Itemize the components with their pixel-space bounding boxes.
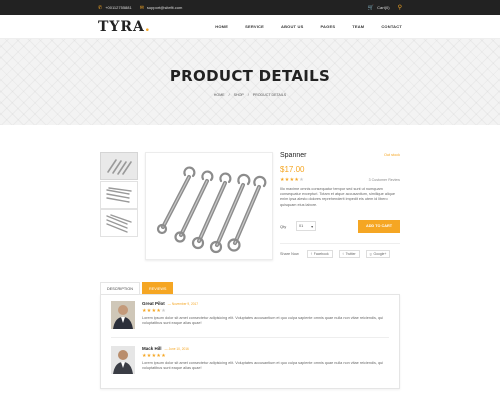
review-date: — November 9, 2017 bbox=[167, 301, 199, 306]
share-facebook-label: Facebook bbox=[313, 251, 329, 256]
divider bbox=[111, 337, 389, 338]
share-twitter-button[interactable]: t Twitter bbox=[338, 249, 360, 258]
share-facebook-button[interactable]: f Facebook bbox=[306, 249, 333, 258]
nav-service[interactable]: SERVICE bbox=[245, 24, 264, 29]
breadcrumb-separator: / bbox=[228, 93, 230, 97]
product-thumbnail[interactable] bbox=[100, 209, 138, 237]
reviewer-photo bbox=[111, 346, 135, 374]
share-google-button[interactable]: g Google+ bbox=[365, 249, 391, 258]
twitter-icon: t bbox=[342, 251, 344, 256]
review-text: Lorem ipsum dolor sit amet consectetur a… bbox=[142, 316, 384, 326]
review-rating: ★★★★★ bbox=[142, 353, 389, 359]
nav-contact[interactable]: CONTACT bbox=[381, 24, 402, 29]
reviewer-name: Great Pilot bbox=[142, 301, 165, 306]
phone-icon: ✆ bbox=[98, 4, 103, 11]
main-nav: HOME SERVICE ABOUT US PAGES TEAM CONTACT bbox=[198, 24, 402, 29]
email-contact[interactable]: ✉ support@sitefit.com bbox=[140, 5, 183, 11]
wrench-set-image bbox=[156, 166, 267, 253]
review-count-link[interactable]: 3 Customer Review bbox=[369, 178, 400, 182]
star-empty-icon: ★ bbox=[161, 308, 166, 314]
facebook-icon: f bbox=[310, 251, 312, 256]
product-title: Spanner bbox=[280, 152, 307, 159]
mail-icon: ✉ bbox=[139, 4, 144, 11]
cart-icon: 🛒 bbox=[367, 4, 375, 11]
cart-label: Cart(0) bbox=[377, 5, 390, 10]
product-rating: ★★★★★ bbox=[280, 177, 304, 183]
review-rating: ★★★★★ bbox=[142, 308, 389, 314]
product-description: Illo maxime omnis consequatur tempor sed… bbox=[280, 187, 395, 207]
review-item: Great Pilot — November 9, 2017 ★★★★★ Lor… bbox=[111, 301, 389, 329]
reviews-panel: Great Pilot — November 9, 2017 ★★★★★ Lor… bbox=[100, 294, 400, 389]
product-thumbnails bbox=[100, 152, 138, 238]
page-title: PRODUCT DETAILS bbox=[169, 67, 331, 85]
product-section: Spanner Out stock $17.00 ★★★★★ 3 Custome… bbox=[0, 152, 500, 264]
reviewer-photo bbox=[111, 301, 135, 329]
avatar bbox=[111, 301, 135, 329]
breadcrumb: HOME / SHOP / PRODUCT DETAILS bbox=[212, 93, 287, 97]
product-price: $17.00 bbox=[280, 165, 305, 174]
wrench-set-image bbox=[106, 186, 132, 203]
quantity-label: Qty bbox=[280, 223, 287, 229]
product-main-image[interactable] bbox=[145, 152, 273, 260]
chevron-down-icon: ▾ bbox=[311, 224, 313, 229]
review-item: Mack Hill — June 10, 2016 ★★★★★ Lorem ip… bbox=[111, 346, 389, 374]
star-empty-icon: ★ bbox=[299, 177, 304, 183]
quantity-value: 01 bbox=[299, 224, 304, 229]
review-date: — June 10, 2016 bbox=[164, 346, 189, 351]
page-hero: PRODUCT DETAILS HOME / SHOP / PRODUCT DE… bbox=[0, 39, 500, 125]
review-text: Lorem ipsum dolor sit amet consectetur a… bbox=[142, 361, 384, 371]
breadcrumb-current: PRODUCT DETAILS bbox=[252, 93, 287, 97]
stock-status: Out stock bbox=[383, 153, 400, 157]
share-twitter-label: Twitter bbox=[345, 251, 356, 256]
breadcrumb-home[interactable]: HOME bbox=[214, 93, 225, 97]
nav-team[interactable]: TEAM bbox=[352, 24, 364, 29]
product-info: Spanner Out stock $17.00 ★★★★★ 3 Custome… bbox=[280, 152, 400, 258]
avatar bbox=[111, 346, 135, 374]
phone-contact[interactable]: ✆ +00112755881 bbox=[98, 5, 132, 11]
phone-number: +00112755881 bbox=[105, 5, 132, 10]
add-to-cart-button[interactable]: ADD TO CART bbox=[358, 219, 400, 233]
email-address: support@sitefit.com bbox=[146, 5, 183, 10]
breadcrumb-separator: / bbox=[247, 93, 249, 97]
product-tabs: DESCRIPTION REVIEWS Great Pilot — Novemb… bbox=[100, 282, 400, 389]
cart-button[interactable]: 🛒 Cart(0) bbox=[368, 5, 390, 11]
search-icon[interactable]: ⚲ bbox=[398, 4, 402, 11]
share-label: Share Now bbox=[280, 251, 299, 256]
top-bar: ✆ +00112755881 ✉ support@sitefit.com 🛒 C… bbox=[0, 0, 500, 15]
tab-description[interactable]: DESCRIPTION bbox=[100, 282, 140, 294]
wrench-set-image bbox=[106, 214, 132, 233]
google-icon: g bbox=[369, 251, 372, 256]
tab-reviews[interactable]: REVIEWS bbox=[141, 282, 174, 294]
share-google-label: Google+ bbox=[373, 251, 387, 256]
nav-about-us[interactable]: ABOUT US bbox=[281, 24, 304, 29]
main-navbar: TYRA. HOME SERVICE ABOUT US PAGES TEAM C… bbox=[0, 15, 500, 39]
product-thumbnail[interactable] bbox=[100, 180, 138, 209]
logo[interactable]: TYRA. bbox=[98, 19, 151, 35]
product-thumbnail[interactable] bbox=[100, 152, 138, 180]
nav-pages[interactable]: PAGES bbox=[320, 24, 335, 29]
star-icon: ★ bbox=[161, 353, 166, 359]
wrench-set-image bbox=[107, 159, 132, 175]
breadcrumb-shop[interactable]: SHOP bbox=[234, 93, 244, 97]
quantity-select[interactable]: 01 ▾ bbox=[296, 221, 316, 232]
reviewer-name: Mack Hill bbox=[142, 346, 162, 351]
nav-home[interactable]: HOME bbox=[215, 24, 228, 29]
